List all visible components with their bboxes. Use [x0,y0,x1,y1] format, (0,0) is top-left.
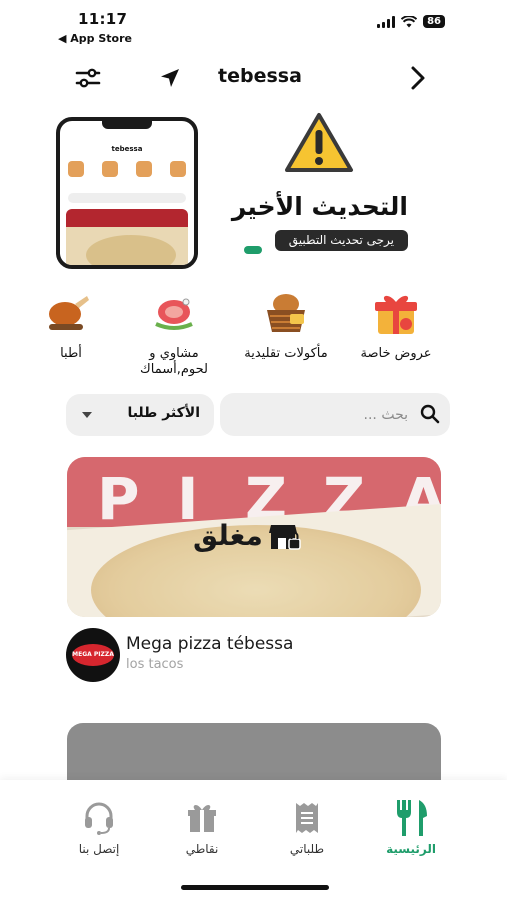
gift-icon [375,295,417,334]
banner-indicator [244,246,262,254]
nav-home-label: الرئيسية [386,842,436,856]
category-grill-meat-fish[interactable]: مشاوي و لحوم,أسماك [114,290,234,378]
search-input[interactable] [232,401,408,428]
search-icon [420,404,440,424]
closed-label: مغلق [193,519,263,552]
phone-mockup-image: tebessa [56,117,198,269]
nav-points[interactable]: نقاطي [157,798,247,856]
restaurant-card-image[interactable]: PIZZA مغلق [67,457,441,617]
nav-home[interactable]: الرئيسية [366,798,456,856]
category-list: عروض خاصة مأكولات تقليدية مشاوي و لحوم,أ… [0,290,507,380]
sort-selected-label: الأكثر طلبا [127,405,200,421]
category-special-offers[interactable]: عروض خاصة [336,290,456,362]
mockup-city: tebessa [111,145,143,153]
nav-contact-label: إتصل بنا [78,842,120,856]
system-icons: 86 [377,15,445,28]
status-bar: 11:17 ◀ App Store 86 [0,0,507,50]
status-time: 11:17 [78,10,128,28]
signal-icon [377,15,396,28]
search-bar[interactable] [220,393,450,436]
restaurant-name[interactable]: Mega pizza tébessa [126,634,293,654]
bottom-navigation: الرئيسية طلباتي نقاطي إتصل بنا [0,780,507,900]
restaurant-subtitle: los tacos [126,657,184,672]
back-to-app-store[interactable]: ◀ App Store [58,32,132,45]
restaurant-logo-text: MEGA PIZZA [72,644,114,666]
meat-grill-icon [155,298,193,330]
wifi-icon [401,15,418,27]
category-label: مشاوي و لحوم,أسماك [140,346,208,377]
nav-orders-label: طلباتي [289,842,325,856]
category-label: عروض خاصة [360,346,432,361]
top-bar: tebessa [0,58,507,98]
closed-badge: مغلق [193,519,301,552]
caret-down-icon [82,412,92,418]
battery-indicator: 86 [423,15,445,28]
nav-orders[interactable]: طلباتي [262,798,352,856]
category-traditional-food[interactable]: مأكولات تقليدية [226,290,346,362]
nav-points-label: نقاطي [185,842,219,856]
roast-chicken-icon [49,296,89,330]
gift-icon [188,805,216,832]
nav-contact[interactable]: إتصل بنا [54,798,144,856]
home-indicator[interactable] [181,885,329,890]
chevron-right-icon[interactable] [402,62,434,94]
warning-icon [285,113,353,172]
store-locked-icon [268,524,301,550]
restaurant-card-placeholder[interactable] [67,723,441,783]
banner-title: التحديث الأخير [231,192,408,221]
sort-dropdown[interactable]: الأكثر طلبا [66,394,214,436]
update-banner[interactable]: tebessa التحديث الأخير يرجى تحديث التطبي… [56,112,416,270]
headset-icon [85,802,113,835]
location-arrow-icon[interactable] [154,62,186,94]
restaurant-logo[interactable]: MEGA PIZZA [66,628,120,682]
fork-knife-icon [397,800,427,836]
receipt-icon [296,803,318,833]
category-dishes[interactable]: أطبا [0,290,100,362]
bread-basket-icon [267,294,305,332]
filter-icon[interactable] [72,62,104,94]
city-name[interactable]: tebessa [200,65,320,87]
banner-subtitle: يرجى تحديث التطبيق [274,230,408,251]
category-label: مأكولات تقليدية [244,346,328,361]
category-label: أطبا [60,346,82,361]
